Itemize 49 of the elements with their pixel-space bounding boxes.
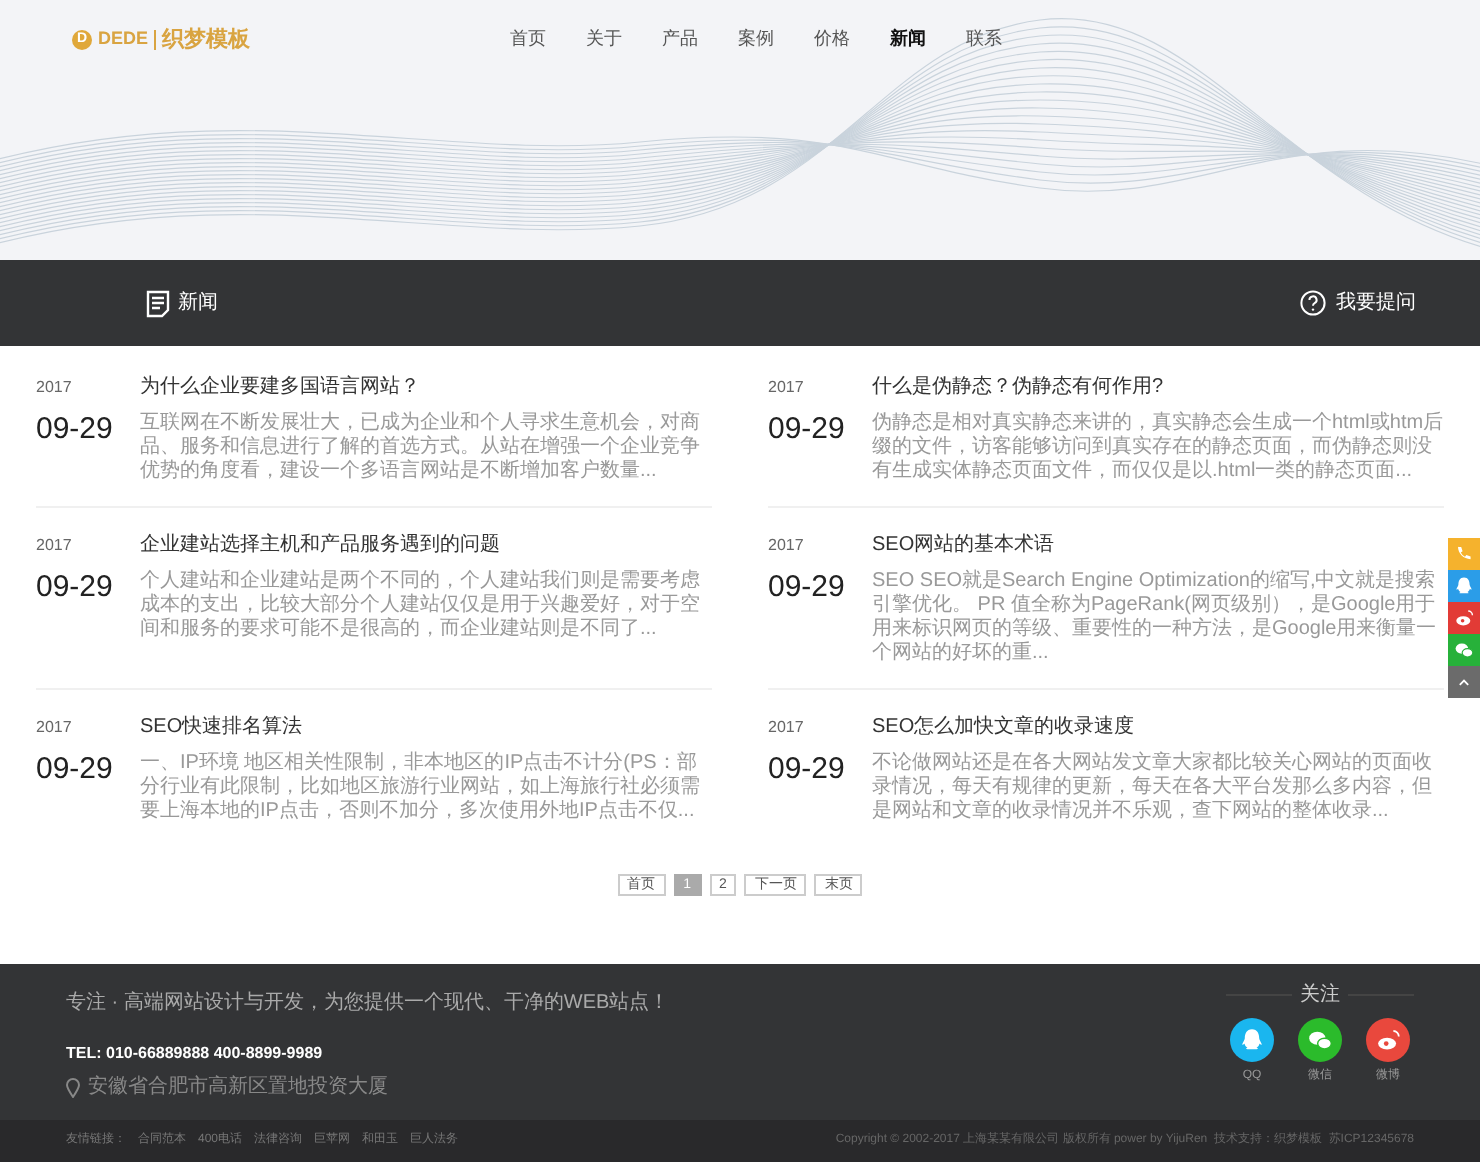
article-date: 09-29 [36, 410, 115, 450]
footer-slogan: 专注 · 高端网站设计与开发，为您提供一个现代、干净的WEB站点！ [66, 989, 670, 1018]
top-tool-button[interactable] [1448, 666, 1480, 698]
article-title[interactable]: 什么是伪静态？伪静态有何作用? [872, 372, 1444, 402]
article-date: 09-29 [36, 568, 115, 608]
help-icon [1300, 290, 1326, 316]
nav-link[interactable]: 联系 [966, 26, 1003, 54]
article-year: 2017 [768, 534, 806, 558]
article-summary: 一、IP环境 地区相关性限制，非本地区的IP点击不计分(PS：部分行业有此限制，比如地区旅游行业网站，如上海旅行社必须需要上海本地的IP点击，否则不加分，多次使用外地IP点击不仅... [140, 752, 702, 824]
wechat-button[interactable] [1298, 1018, 1342, 1062]
article-date: 09-29 [768, 410, 847, 450]
article-year: 2017 [768, 376, 806, 400]
article-date: 09-29 [36, 750, 115, 790]
address: 安徽省合肥市高新区置地投资大厦 [88, 1073, 388, 1102]
article-title[interactable]: SEO网站的基本术语 [872, 530, 1444, 560]
article-summary: 不论做网站还是在各大网站发文章大家都比较关心网站的页面收录情况，每天有规律的更新，每天在各大平台发那么多内容，但是网站和文章的收录情况并不乐观，查下网站的整体收录... [872, 752, 1434, 824]
ask-question-link[interactable]: 我要提问 [1300, 288, 1416, 318]
article-date: 09-29 [768, 750, 847, 790]
article-summary: 个人建站和企业建站是两个不同的，个人建站我们则是需要考虑成本的支出，比较大部分个人建站仅仅是用于兴趣爱好，对于空间和服务的要求可能不是很高的，而企业建站则是不同了... [140, 570, 702, 642]
article-summary: 伪静态是相对真实静态来讲的，真实静态会生成一个html或htm后缀的文件，访客能够访问到真实存在的静态页面，而伪静态则没有生成实体静态页面文件，而仅仅是以.html一类的静态页面... [872, 412, 1444, 484]
weibo-tool-button[interactable] [1448, 602, 1480, 634]
article-year: 2017 [36, 716, 74, 740]
article-title[interactable]: SEO快速排名算法 [140, 712, 712, 742]
article-summary: 互联网在不断发展壮大，已成为企业和个人寻求生意机会，对商品、服务和信息进行了解的首选方式。从站在增强一个企业竞争优势的角度看，建设一个多语言网站是不断增加客户数量... [140, 412, 702, 484]
article-year: 2017 [36, 376, 74, 400]
nav-link[interactable]: 价格 [814, 26, 851, 54]
article-title[interactable]: SEO怎么加快文章的收录速度 [872, 712, 1444, 742]
phone-number: TEL: 010-66889888 400-8899-9989 [66, 1042, 325, 1066]
nav-link[interactable]: 新闻 [890, 26, 927, 54]
nav-link[interactable]: 案例 [738, 26, 775, 54]
weibo-button[interactable] [1366, 1018, 1410, 1062]
article-date: 09-29 [768, 568, 847, 608]
wechat-tool-button[interactable] [1448, 634, 1480, 666]
article-title[interactable]: 企业建站选择主机和产品服务遇到的问题 [140, 530, 712, 560]
section-title: 新闻 [178, 289, 218, 318]
qq-tool-button[interactable] [1448, 570, 1480, 602]
nav-link[interactable]: 产品 [662, 26, 699, 54]
follow-title: 关注 [1300, 981, 1340, 1010]
article-summary: SEO SEO就是Search Engine Optimization的缩写,中文就是搜索引擎优化。 PR 值全称为PageRank(网页级别），是Google用于用来标识网页的等级、重要性的一种方法，是Google用来衡量一个网站的好坏的重... [872, 570, 1439, 666]
logo-title: 织梦模板 [162, 25, 251, 56]
location-icon [66, 1077, 80, 1097]
article-year: 2017 [768, 716, 806, 740]
nav-link[interactable]: 关于 [586, 26, 623, 54]
article-year: 2017 [36, 534, 74, 558]
nav-link[interactable]: 首页 [510, 26, 547, 54]
article-title[interactable]: 为什么企业要建多国语言网站？ [140, 372, 712, 402]
document-icon [146, 289, 170, 317]
logo-text: DEDE [98, 26, 149, 53]
qq-button[interactable] [1230, 1018, 1274, 1062]
